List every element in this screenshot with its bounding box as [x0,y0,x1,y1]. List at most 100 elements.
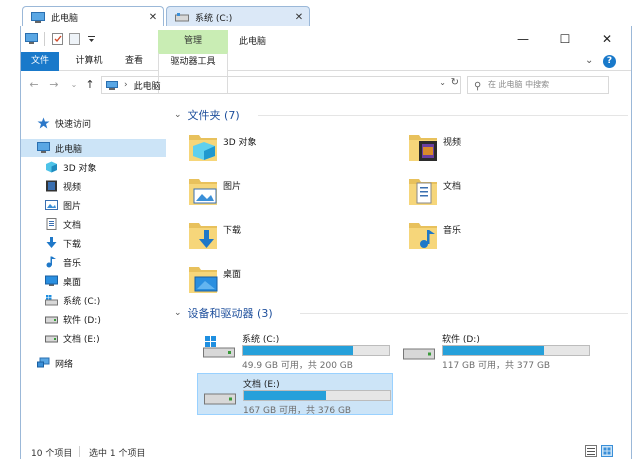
group-title: 文件夹 (7) [187,109,240,122]
breadcrumb-separator[interactable]: › [124,80,128,90]
tab-file[interactable]: 文件 [21,52,59,71]
folder-label: 音乐 [443,226,462,236]
desktop-icon [45,275,58,287]
folder-label: 图片 [223,182,242,192]
item-count: 10 个项目 [31,449,73,459]
folder-music[interactable]: 音乐 [407,215,587,255]
new-folder-icon[interactable] [68,33,81,45]
sidebar-item-label: 网络 [55,359,74,370]
context-tab-header: 管理 [158,30,228,52]
back-button[interactable]: ← [27,77,41,93]
details-view-icon[interactable] [585,445,597,457]
help-button[interactable]: ? [603,55,616,68]
up-button[interactable]: ↑ [83,77,97,93]
sidebar-item-documents[interactable]: 文档 [45,215,163,233]
sidebar-item-desktop[interactable]: 桌面 [45,272,163,290]
sidebar-item-this-pc[interactable]: 此电脑 [21,139,166,157]
sidebar-item-label: 视频 [63,182,82,193]
sidebar-item-downloads[interactable]: 下载 [45,234,163,252]
divider [300,313,628,314]
refresh-button[interactable]: ↻ [451,77,459,88]
search-placeholder: 在 此电脑 中搜索 [488,80,550,89]
drive-d[interactable]: 软件 (D:) 117 GB 可用，共 377 GB [397,329,593,371]
address-dropdown-button[interactable]: ⌄ [439,78,446,87]
download-icon [45,237,58,249]
tab-strip: 此电脑 ✕ 系统 (C:) ✕ [0,0,640,27]
folders-group-header[interactable]: ⌄ 文件夹 (7) [174,107,628,123]
tab-close-button[interactable]: ✕ [293,12,305,23]
folder-documents[interactable]: 文档 [407,171,587,211]
sidebar-item-music[interactable]: 音乐 [45,253,163,271]
folder-downloads[interactable]: 下载 [187,215,367,255]
drive-free-space: 117 GB 可用，共 377 GB [442,361,551,371]
forward-button[interactable]: → [47,77,61,93]
drive-usage-fill [243,346,353,355]
address-bar[interactable]: › 此电脑 ⌄ ↻ [101,76,461,94]
sidebar-item-label: 系统 (C:) [63,296,101,307]
tab-system-c[interactable]: 系统 (C:) ✕ [166,6,310,27]
recent-locations-button[interactable]: ⌄ [67,77,81,93]
windows-drive-icon [203,336,235,363]
tab-this-pc[interactable]: 此电脑 ✕ [22,6,164,27]
drive-e[interactable]: 文档 (E:) 167 GB 可用，共 376 GB [197,373,393,416]
sidebar-item-drive-c[interactable]: 系统 (C:) [45,291,163,309]
sidebar-item-network[interactable]: 网络 [37,354,163,372]
title-bar: 管理 此电脑 — ☐ ✕ [21,26,631,52]
windows-drive-icon [45,294,58,306]
drive-name: 软件 (D:) [442,335,480,345]
sidebar-item-quick-access[interactable]: 快速访问 [37,114,163,132]
customize-qat-icon[interactable] [85,33,98,45]
search-input[interactable]: ⚲ 在 此电脑 中搜索 [467,76,609,94]
quick-access-toolbar [25,32,98,46]
sidebar-item-drive-e[interactable]: 文档 (E:) [45,329,163,347]
chevron-down-icon: ⌄ [174,308,182,318]
sidebar-item-label: 3D 对象 [63,163,97,174]
folder-3d-objects[interactable]: 3D 对象 [187,127,367,167]
drive-name: 系统 (C:) [242,335,280,345]
sidebar-item-videos[interactable]: 视频 [45,177,163,195]
drive-usage-fill [244,391,326,400]
downloads-folder-icon [187,217,219,251]
folder-pictures[interactable]: 图片 [187,171,367,211]
window-title: 此电脑 [239,37,267,47]
film-icon [45,180,58,192]
large-icons-view-icon[interactable] [601,445,613,457]
breadcrumb-this-pc[interactable]: 此电脑 [134,79,161,92]
sidebar-item-label: 下载 [63,239,82,250]
star-icon [37,117,50,129]
maximize-button[interactable]: ☐ [547,29,583,49]
tab-computer[interactable]: 计算机 [65,52,113,71]
tab-close-button[interactable]: ✕ [147,12,159,23]
sidebar-item-label: 文档 [63,220,82,231]
navigation-pane: 快速访问 此电脑 3D 对象 视频 图片 文档 下载 音乐 桌面 系统 (C:)… [21,107,166,417]
tab-view[interactable]: 查看 [116,52,152,71]
properties-icon[interactable] [51,33,64,45]
sidebar-item-drive-d[interactable]: 软件 (D:) [45,310,163,328]
picture-icon [45,199,58,211]
search-icon: ⚲ [474,81,482,92]
ribbon-tabs: 文件 计算机 查看 驱动器工具 ⌄ [21,52,631,94]
drive-c[interactable]: 系统 (C:) 49.9 GB 可用，共 200 GB [197,329,393,371]
divider [44,32,45,46]
folder-videos[interactable]: 视频 [407,127,587,167]
cube-folder-icon [187,129,219,163]
divider [79,446,80,457]
documents-folder-icon [407,173,439,207]
computer-icon[interactable] [25,33,38,45]
minimize-button[interactable]: — [505,29,541,49]
computer-icon [106,80,118,90]
computer-icon [31,11,45,23]
video-folder-icon [407,129,439,163]
sidebar-item-3d-objects[interactable]: 3D 对象 [45,158,163,176]
document-icon [45,218,58,230]
sidebar-item-label: 音乐 [63,258,82,269]
sidebar-item-label: 桌面 [63,277,82,288]
folder-label: 视频 [443,138,462,148]
sidebar-item-pictures[interactable]: 图片 [45,196,163,214]
ribbon-expand-button[interactable]: ⌄ [585,55,593,66]
explorer-window: 管理 此电脑 — ☐ ✕ 文件 计算机 查看 驱动器工具 ⌄ ? ← → ⌄ ↑… [20,26,632,459]
drives-group-header[interactable]: ⌄ 设备和驱动器 (3) [174,305,628,321]
drive-icon [45,332,58,344]
folder-desktop[interactable]: 桌面 [187,259,367,299]
close-button[interactable]: ✕ [589,29,625,49]
